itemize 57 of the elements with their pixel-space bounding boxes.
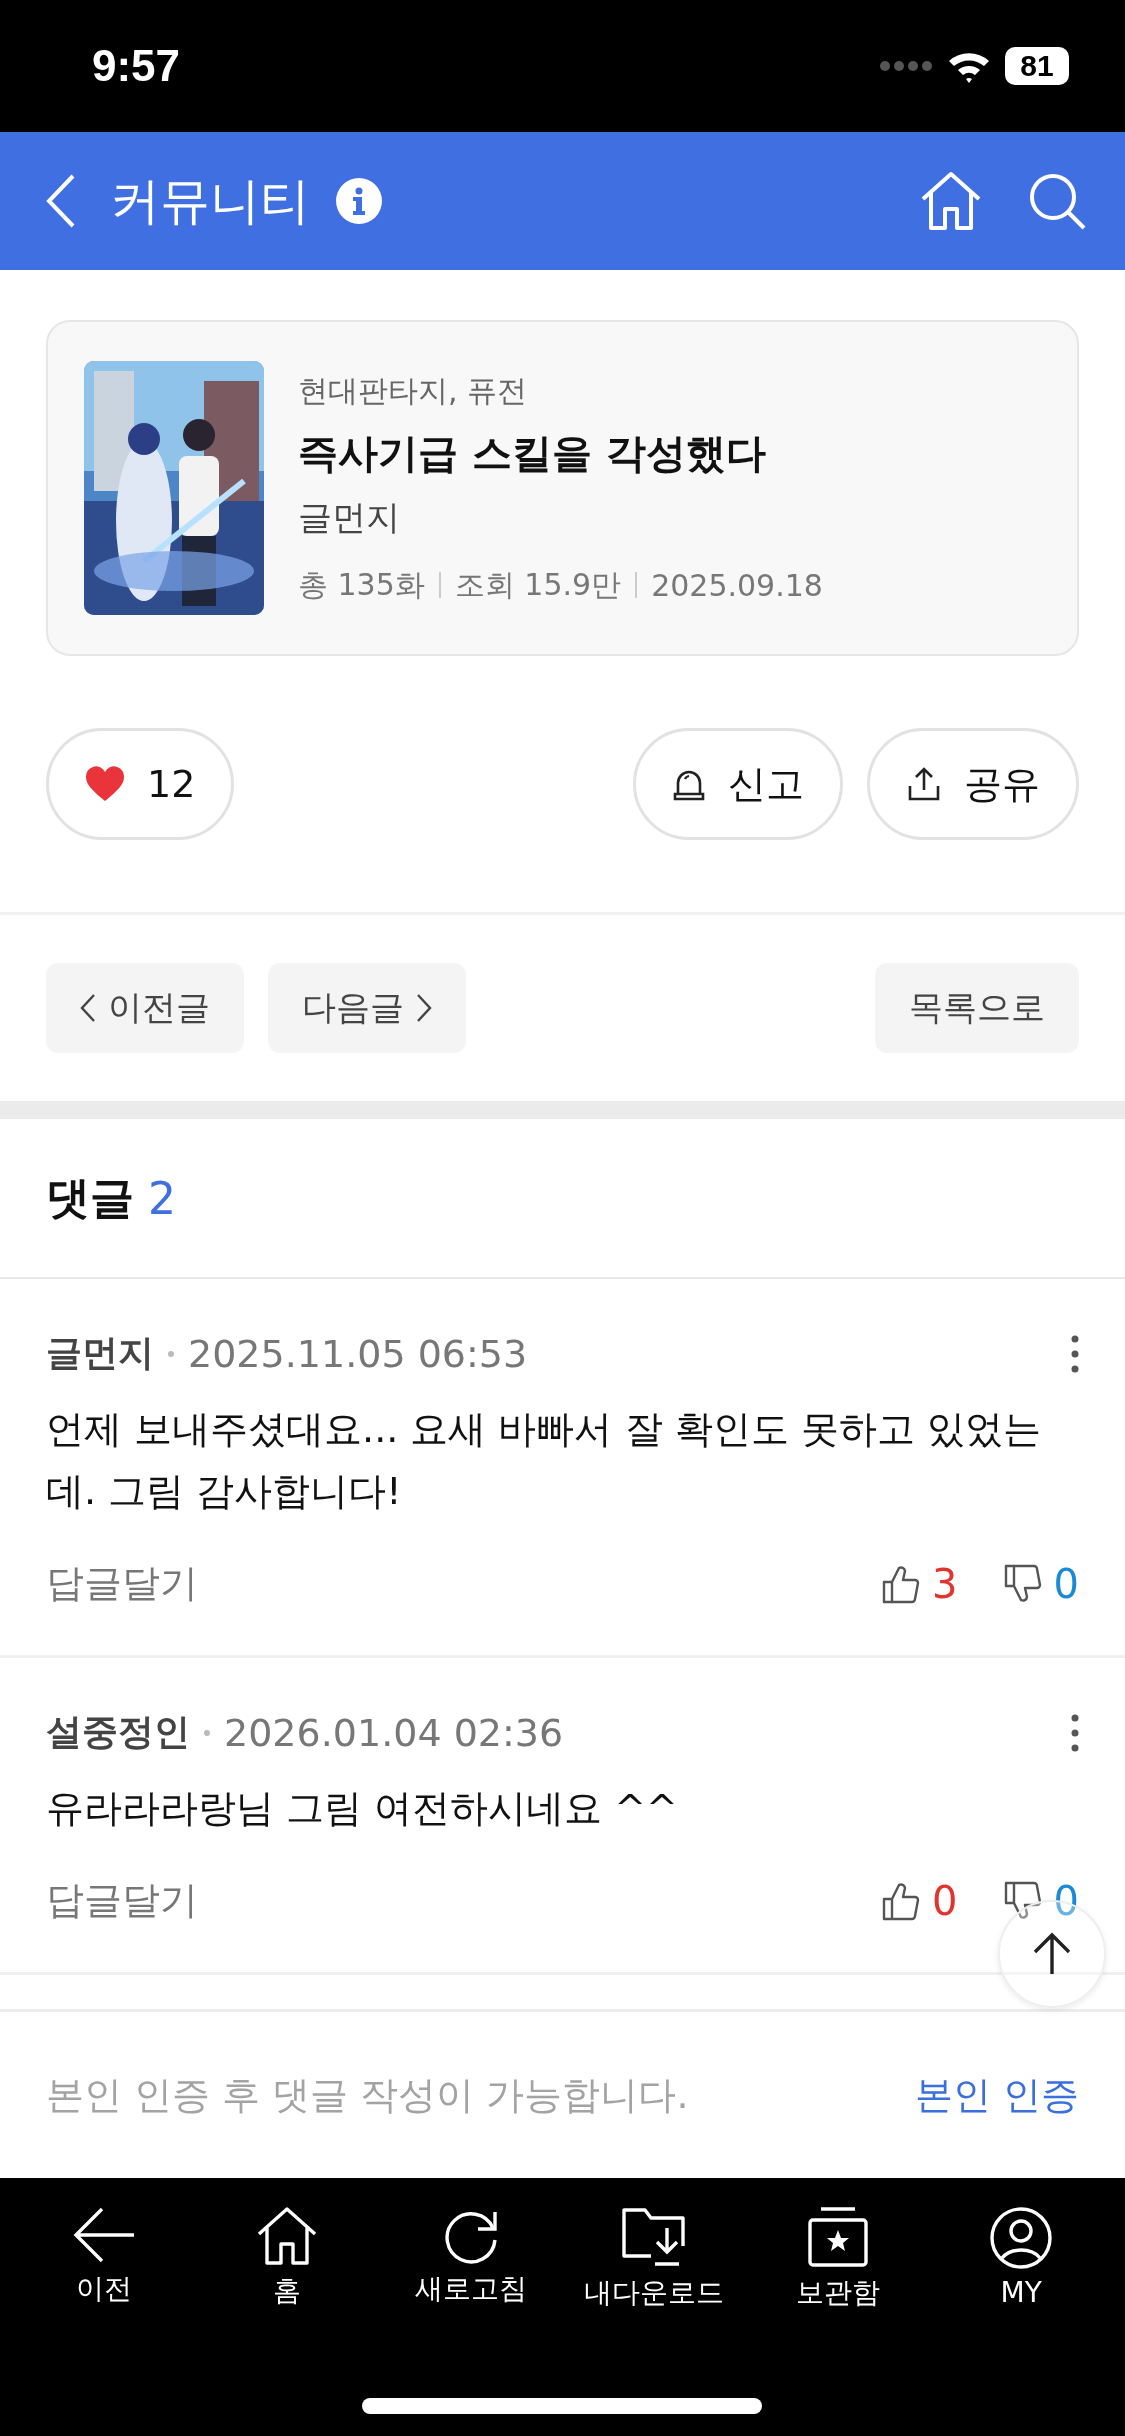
page-title: 커뮤니티	[110, 170, 310, 232]
reply-link[interactable]: 답글달기	[46, 1558, 198, 1609]
genre-text: 현대판타지, 퓨전	[298, 371, 529, 410]
comment-count: 2	[148, 1172, 176, 1224]
chevron-left-icon	[80, 993, 96, 1023]
arrow-up-icon	[1032, 1932, 1072, 1976]
tab-label[interactable]: 홈	[273, 2272, 302, 2310]
share-icon	[906, 766, 942, 802]
comments-title: 댓글	[46, 1170, 134, 1225]
back-arrow-icon[interactable]	[71, 2206, 136, 2264]
work-stat: 조회 15.9만	[454, 565, 622, 604]
archive-star-icon[interactable]	[806, 2206, 869, 2268]
tab-label[interactable]: 내다운로드	[584, 2274, 725, 2312]
author-name: 글먼지	[298, 495, 401, 539]
like-count: 3	[932, 1560, 958, 1607]
verify-link[interactable]: 본인 인증	[914, 2069, 1079, 2121]
work-card[interactable]: 현대판타지, 퓨전 즉사기급 스킬을 각성했다 글먼지 총 135화 조회 15.9만 2025.09.18	[46, 320, 1079, 656]
comment-text: 유라라라랑님 그림 여전하시네요 ^^	[46, 1785, 679, 1832]
tab-label[interactable]: 보관함	[795, 2274, 880, 2312]
dislike-count: 0	[1053, 1877, 1079, 1924]
tab-label[interactable]: MY	[1000, 2276, 1042, 2309]
profile-icon[interactable]	[989, 2206, 1054, 2270]
thumbs-down-icon[interactable]	[1003, 1563, 1042, 1604]
like-button[interactable]: 12	[46, 728, 235, 840]
heart-icon	[85, 766, 125, 802]
battery-level: 81	[1020, 49, 1054, 83]
signal-icon	[879, 60, 933, 72]
back-icon[interactable]	[46, 174, 76, 228]
comment-prompt: 본인 인증 후 댓글 작성이 가능합니다.	[46, 2071, 689, 2119]
thumbs-up-icon[interactable]	[882, 1880, 921, 1921]
reply-link[interactable]: 답글달기	[46, 1875, 198, 1926]
like-count: 0	[932, 1877, 958, 1924]
work-stat: 2025.09.18	[651, 567, 823, 603]
comment-date: 2026.01.04 02:36	[224, 1710, 564, 1755]
thumbs-down-icon[interactable]	[1003, 1880, 1042, 1921]
comment-date: 2025.11.05 06:53	[188, 1331, 528, 1376]
more-icon[interactable]	[1071, 1334, 1079, 1373]
work-title: 즉사기급 스킬을 각성했다	[298, 428, 767, 478]
dislike-count: 0	[1053, 1560, 1079, 1607]
chevron-right-icon	[416, 993, 432, 1023]
next-post-button[interactable]: 다음글	[268, 963, 466, 1053]
comment-author: 글먼지	[46, 1331, 154, 1375]
list-button[interactable]: 목록으로	[875, 963, 1079, 1053]
status-time: 9:57	[92, 41, 181, 91]
previous-post-button[interactable]: 이전글	[46, 963, 244, 1053]
folder-download-icon[interactable]	[621, 2206, 688, 2268]
work-stat: 총 135화	[298, 565, 425, 604]
more-icon[interactable]	[1071, 1713, 1079, 1752]
share-button[interactable]: 공유	[867, 728, 1079, 840]
comment-author: 설중정인	[46, 1710, 190, 1754]
comment-text: 언제 보내주셨대요... 요새 바빠서 잘 확인도 못하고 있었는데. 그림 감사합니다!	[46, 1406, 1042, 1515]
thumbs-up-icon[interactable]	[882, 1563, 921, 1604]
tab-label[interactable]: 새로고침	[414, 2270, 527, 2308]
report-button[interactable]: 신고	[633, 728, 843, 840]
search-icon[interactable]	[1027, 171, 1087, 231]
tab-label[interactable]: 이전	[75, 2270, 132, 2308]
info-icon[interactable]	[336, 178, 382, 224]
